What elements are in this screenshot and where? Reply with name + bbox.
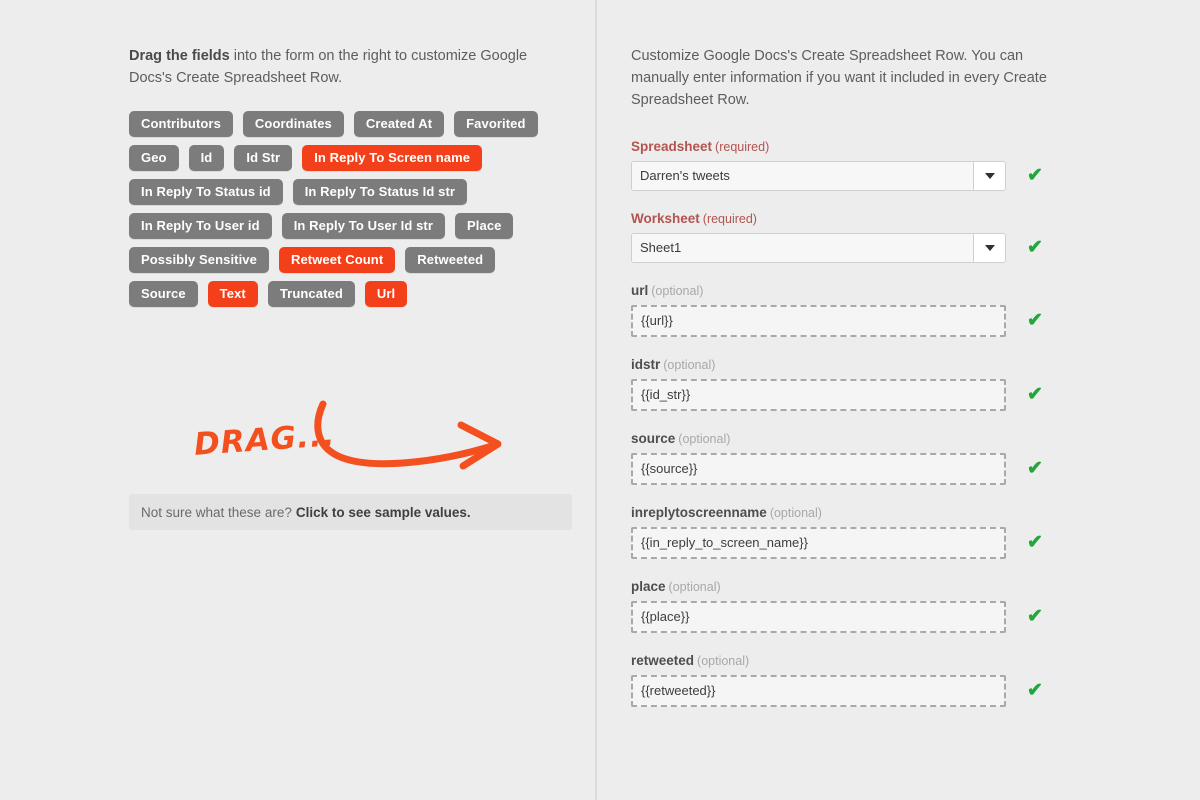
valid-check-icon: ✔ (1027, 237, 1043, 258)
field-tag[interactable]: In Reply To User Id str (281, 212, 445, 239)
fields-panel-intro: Drag the fields into the form on the rig… (129, 45, 529, 89)
field-tag[interactable]: Truncated (267, 280, 355, 307)
drag-annotation-label: DRAG... (192, 417, 337, 463)
form-field-label: Worksheet (required) (631, 211, 1071, 226)
field-tag[interactable]: Created At (353, 110, 445, 137)
form-field-name: idstr (631, 356, 661, 372)
form-field-row: Sheet1 ✔ (631, 232, 1071, 263)
form-field-name: retweeted (631, 652, 695, 668)
field-tag[interactable]: Place (455, 212, 514, 239)
drag-annotation: DRAG... (180, 392, 520, 492)
form-field-select-value[interactable]: Darren's tweets (632, 161, 973, 190)
caret-glyph (984, 172, 995, 179)
field-tag[interactable]: Source (129, 280, 198, 307)
field-tag[interactable]: Retweeted (405, 246, 496, 273)
form-field-name: inreplytoscreenname (631, 504, 767, 520)
customize-form-panel: Customize Google Docs's Create Spreadshe… (597, 0, 1200, 800)
form-field-name: url (631, 282, 649, 298)
caret-glyph (984, 244, 995, 251)
field-tag[interactable]: In Reply To Screen name (302, 144, 483, 171)
customize-form-fields: Spreadsheet (required) Darren's tweets ✔ Wor… (631, 139, 1071, 707)
form-field-requirement: (required) (702, 211, 757, 226)
field-tag[interactable]: Text (207, 280, 258, 307)
field-tag[interactable]: In Reply To User id (129, 212, 272, 239)
form-field-requirement: (optional) (769, 505, 822, 520)
sample-values-hint[interactable]: Not sure what these are? Click to see sa… (129, 494, 572, 530)
form-field-select[interactable]: Sheet1 (631, 232, 1006, 263)
form-field-row: {{retweeted}} ✔ (631, 674, 1071, 707)
field-tag[interactable]: Url (364, 280, 408, 307)
field-tag[interactable]: Id (188, 144, 225, 171)
form-field-drop-input[interactable]: {{place}} (631, 600, 1006, 633)
field-tag[interactable]: Possibly Sensitive (129, 246, 269, 273)
valid-check-icon: ✔ (1027, 384, 1043, 405)
form-field-drop-input[interactable]: {{retweeted}} (631, 674, 1006, 707)
form-field-requirement: (optional) (678, 431, 731, 446)
form-field-row: Darren's tweets ✔ (631, 160, 1071, 191)
form-field-row: {{url}} ✔ (631, 304, 1071, 337)
form-field-requirement: (optional) (651, 283, 704, 298)
field-tag[interactable]: Contributors (129, 110, 233, 137)
form-field-row: {{place}} ✔ (631, 600, 1071, 633)
form-field: place (optional) {{place}} ✔ (631, 579, 1071, 633)
sample-values-hint-link[interactable]: Click to see sample values. (296, 505, 471, 520)
form-field-label: source (optional) (631, 431, 1071, 446)
chevron-down-icon[interactable] (973, 233, 1005, 262)
form-field-drop-input[interactable]: {{id_str}} (631, 378, 1006, 411)
form-field-row: {{source}} ✔ (631, 452, 1071, 485)
form-field-label: url (optional) (631, 283, 1071, 298)
form-field-select[interactable]: Darren's tweets (631, 160, 1006, 191)
form-field-name: source (631, 430, 676, 446)
form-field-name: Spreadsheet (631, 138, 713, 154)
valid-check-icon: ✔ (1027, 458, 1043, 479)
form-field-drop-input[interactable]: {{source}} (631, 452, 1006, 485)
valid-check-icon: ✔ (1027, 310, 1043, 331)
form-field-label: place (optional) (631, 579, 1071, 594)
fields-panel-intro-bold: Drag the fields (129, 47, 230, 64)
drag-arrow-icon (314, 400, 502, 470)
sample-values-hint-text: Not sure what these are? (141, 504, 292, 520)
form-field: Worksheet (required) Sheet1 ✔ (631, 211, 1071, 263)
chevron-down-icon[interactable] (973, 161, 1005, 190)
field-tag[interactable]: Favorited (454, 110, 538, 137)
field-tag[interactable]: In Reply To Status id (129, 178, 283, 205)
customize-form-intro: Customize Google Docs's Create Spreadshe… (631, 47, 1047, 108)
field-tag[interactable]: Id Str (234, 144, 293, 171)
field-tag[interactable]: In Reply To Status Id str (292, 178, 468, 205)
draggable-field-tag-list: Contributors Coordinates Created At Favorit… (129, 110, 549, 307)
fields-panel: Drag the fields into the form on the rig… (0, 0, 597, 800)
form-field: url (optional) {{url}} ✔ (631, 283, 1071, 337)
form-field-select-value[interactable]: Sheet1 (632, 233, 973, 262)
field-tag[interactable]: Coordinates (242, 110, 344, 137)
form-field-name: place (631, 578, 666, 594)
field-tag[interactable]: Retweet Count (278, 246, 396, 273)
form-field-drop-input[interactable]: {{url}} (631, 304, 1006, 337)
form-field: inreplytoscreenname (optional) {{in_reply_… (631, 505, 1071, 559)
valid-check-icon: ✔ (1027, 606, 1043, 627)
form-field: idstr (optional) {{id_str}} ✔ (631, 357, 1071, 411)
form-field-requirement: (optional) (663, 357, 716, 372)
form-field-requirement: (optional) (668, 579, 721, 594)
valid-check-icon: ✔ (1027, 165, 1043, 186)
form-field: Spreadsheet (required) Darren's tweets ✔ (631, 139, 1071, 191)
form-field-drop-input[interactable]: {{in_reply_to_screen_name}} (631, 526, 1006, 559)
form-field-requirement: (required) (715, 139, 770, 154)
field-tag[interactable]: Geo (129, 144, 179, 171)
form-field: retweeted (optional) {{retweeted}} ✔ (631, 653, 1071, 707)
form-field-row: {{in_reply_to_screen_name}} ✔ (631, 526, 1071, 559)
form-field-label: inreplytoscreenname (optional) (631, 505, 1071, 520)
fields-panel-inner: Drag the fields into the form on the rig… (0, 0, 595, 307)
form-field-label: retweeted (optional) (631, 653, 1071, 668)
valid-check-icon: ✔ (1027, 680, 1043, 701)
form-field-label: Spreadsheet (required) (631, 139, 1071, 154)
customize-action-screen: Drag the fields into the form on the rig… (0, 0, 1200, 800)
valid-check-icon: ✔ (1027, 532, 1043, 553)
form-field-name: Worksheet (631, 210, 700, 226)
form-field: source (optional) {{source}} ✔ (631, 431, 1071, 485)
form-field-row: {{id_str}} ✔ (631, 378, 1071, 411)
form-field-requirement: (optional) (697, 653, 750, 668)
form-field-label: idstr (optional) (631, 357, 1071, 372)
